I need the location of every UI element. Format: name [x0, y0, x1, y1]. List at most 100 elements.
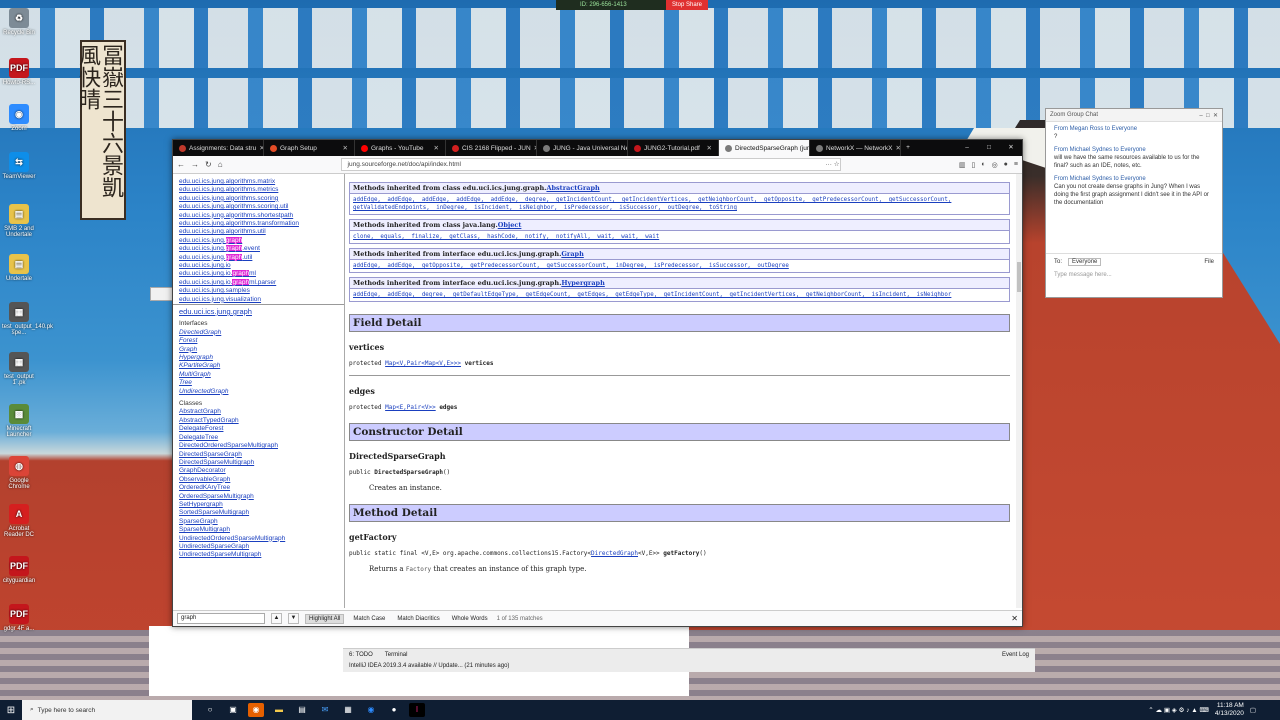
class-link[interactable]: DelegateForest: [179, 425, 338, 433]
package-link[interactable]: edu.uci.ics.jung.graph: [179, 236, 338, 245]
whole-words-toggle[interactable]: Whole Words: [449, 615, 491, 623]
class-link[interactable]: SparseMultigraph: [179, 526, 338, 534]
package-link[interactable]: edu.uci.ics.jung.algorithms.scoring: [179, 195, 338, 203]
chat-input[interactable]: Type message here...: [1054, 272, 1214, 278]
package-link[interactable]: edu.uci.ics.jung.algorithms.shortestpath: [179, 212, 338, 220]
desktop-icon[interactable]: ▦ test_output 1 .pk: [2, 352, 36, 386]
zoom-mini-window[interactable]: [150, 287, 174, 301]
taskbar-search[interactable]: ⌕ Type here to search: [22, 700, 192, 720]
package-list-frame[interactable]: edu.uci.ics.jung.algorithms.matrix edu.uc…: [173, 174, 344, 305]
browser-tab[interactable]: NetworkX — NetworkX ✕: [810, 140, 901, 156]
notification-icon[interactable]: ▢: [1250, 706, 1256, 714]
address-bar[interactable]: jung.sourceforge.net/doc/api/index.html …: [340, 158, 841, 171]
package-title[interactable]: edu.uci.ics.jung.graph: [179, 307, 338, 316]
update-status[interactable]: IntelliJ IDEA 2019.3.4 available // Upda…: [349, 663, 509, 669]
clock[interactable]: 11:18 AM 4/13/2020: [1215, 702, 1244, 718]
store-icon[interactable]: ▤: [294, 703, 310, 717]
desktop-icon[interactable]: ▤ SMB 2 and Undertale: [2, 204, 36, 238]
package-link[interactable]: edu.uci.ics.jung.algorithms.scoring.util: [179, 203, 338, 211]
close-icon[interactable]: ✕: [1000, 140, 1022, 156]
browser-tab[interactable]: Graph Setup ✕: [264, 140, 355, 156]
reload-icon[interactable]: ↻: [205, 160, 212, 169]
browser-tab[interactable]: Graphs - YouTube ✕: [355, 140, 446, 156]
library-icon[interactable]: ▥: [959, 161, 966, 169]
class-link[interactable]: AbstractTypedGraph: [179, 417, 338, 425]
find-input[interactable]: graph: [177, 613, 265, 624]
highlight-all-toggle[interactable]: Highlight All: [305, 613, 345, 624]
scrollbar-thumb[interactable]: [1017, 262, 1021, 292]
tab-close-icon[interactable]: ✕: [434, 144, 439, 152]
browser-tab[interactable]: JUNG - Java Universal Netw✕: [537, 140, 628, 156]
desktop-icon[interactable]: ◉ Zoom: [2, 104, 36, 132]
home-icon[interactable]: ⌂: [218, 160, 223, 169]
desktop-icon[interactable]: ⇆ TeamViewer: [2, 152, 36, 180]
terminal-tab[interactable]: Terminal: [385, 652, 408, 658]
menu-icon[interactable]: ≡: [1014, 161, 1018, 169]
task-view-icon[interactable]: ▣: [225, 703, 241, 717]
file-button[interactable]: File: [1204, 259, 1214, 265]
class-link[interactable]: SetHypergraph: [179, 501, 338, 509]
class-link[interactable]: DelegateTree: [179, 434, 338, 442]
desktop-icon[interactable]: PDF Howto-RS...: [2, 58, 36, 86]
window-controls[interactable]: – □ ✕: [1199, 112, 1218, 119]
maximize-icon[interactable]: □: [978, 140, 1000, 156]
interface-link[interactable]: Forest: [179, 337, 338, 345]
event-log-tab[interactable]: Event Log: [1002, 652, 1029, 658]
package-link[interactable]: edu.uci.ics.jung.algorithms.util: [179, 228, 338, 236]
interface-link[interactable]: MultiGraph: [179, 371, 338, 379]
browser-tab[interactable]: CIS 2168 Flipped - JUN✕: [446, 140, 537, 156]
find-next-icon[interactable]: ▼: [288, 613, 299, 624]
find-previous-icon[interactable]: ▲: [271, 613, 282, 624]
tab-close-icon[interactable]: ✕: [343, 144, 348, 152]
desktop-icon[interactable]: ♻ Recycle Bin: [2, 8, 36, 36]
stop-share-button[interactable]: Stop Share: [665, 0, 708, 10]
inherited-class-link[interactable]: Hypergraph: [561, 279, 604, 287]
interface-link[interactable]: Hypergraph: [179, 354, 338, 362]
package-link[interactable]: edu.uci.ics.jung.samples: [179, 287, 338, 295]
class-link[interactable]: DirectedOrderedSparseMultigraph: [179, 442, 338, 450]
class-link[interactable]: DirectedSparseGraph: [179, 451, 338, 459]
class-list-frame[interactable]: edu.uci.ics.jung.graph Interfaces Direct…: [173, 305, 344, 608]
class-link[interactable]: DirectedSparseMultigraph: [179, 459, 338, 467]
browser-tab[interactable]: Assignments: Data stru✕: [173, 140, 264, 156]
scrollbar[interactable]: [1016, 174, 1022, 608]
desktop-icon[interactable]: PDF cityguardian: [2, 556, 36, 584]
github-icon[interactable]: ●: [386, 703, 402, 717]
package-link[interactable]: edu.uci.ics.jung.algorithms.transformati…: [179, 220, 338, 228]
class-link[interactable]: UndirectedOrderedSparseMultigraph: [179, 535, 338, 543]
desktop-icon[interactable]: A Acrobat Reader DC: [2, 504, 36, 538]
package-link[interactable]: edu.uci.ics.jung.visualization: [179, 296, 338, 304]
class-link[interactable]: GraphDecorator: [179, 467, 338, 475]
sidebar-icon[interactable]: ▯: [971, 161, 975, 169]
cortana-icon[interactable]: ○: [202, 703, 218, 717]
desktop-icon[interactable]: ▤ Undertale: [2, 254, 36, 282]
package-link[interactable]: edu.uci.ics.jung.algorithms.matrix: [179, 178, 338, 186]
tray-icons[interactable]: ⌃ ☁ ▣ ◈ ⚙ ♪ ▲ ⌨: [1148, 706, 1209, 714]
package-link[interactable]: edu.uci.ics.jung.graph.event: [179, 245, 338, 253]
class-link[interactable]: ObservableGraph: [179, 476, 338, 484]
class-link[interactable]: SparseGraph: [179, 518, 338, 526]
inherited-methods-list[interactable]: addEdge, addEdge, getOpposite, getPredec…: [350, 260, 1009, 272]
sig-type-link[interactable]: DirectedGraph: [591, 550, 638, 557]
forward-icon[interactable]: →: [191, 160, 199, 169]
class-link[interactable]: SortedSparseMultigraph: [179, 509, 338, 517]
interface-link[interactable]: Tree: [179, 379, 338, 387]
package-link[interactable]: edu.uci.ics.jung.io.graphml.parser: [179, 278, 338, 287]
interface-link[interactable]: UndirectedGraph: [179, 388, 338, 396]
class-link[interactable]: OrderedKAryTree: [179, 484, 338, 492]
package-link[interactable]: edu.uci.ics.jung.algorithms.metrics: [179, 186, 338, 194]
inherited-class-link[interactable]: Object: [498, 221, 522, 229]
inherited-class-link[interactable]: Graph: [561, 250, 583, 258]
match-diacritics-toggle[interactable]: Match Diacritics: [394, 615, 442, 623]
sig-type-link[interactable]: Map<V,Pair<Map<V,E>>>: [385, 360, 461, 367]
minimize-icon[interactable]: –: [956, 140, 978, 156]
extension-icon[interactable]: ◎: [992, 161, 998, 169]
close-find-icon[interactable]: ✕: [1011, 614, 1018, 623]
package-link[interactable]: edu.uci.ics.jung.io: [179, 262, 338, 270]
interface-link[interactable]: Graph: [179, 346, 338, 354]
inherited-methods-list[interactable]: addEdge, addEdge, addEdge, addEdge, addE…: [350, 194, 1009, 214]
class-link[interactable]: UndirectedSparseGraph: [179, 543, 338, 551]
page-actions-icon[interactable]: ··· ☆: [825, 159, 839, 170]
class-link[interactable]: AbstractGraph: [179, 408, 338, 416]
package-link[interactable]: edu.uci.ics.jung.io.graphml: [179, 270, 338, 278]
